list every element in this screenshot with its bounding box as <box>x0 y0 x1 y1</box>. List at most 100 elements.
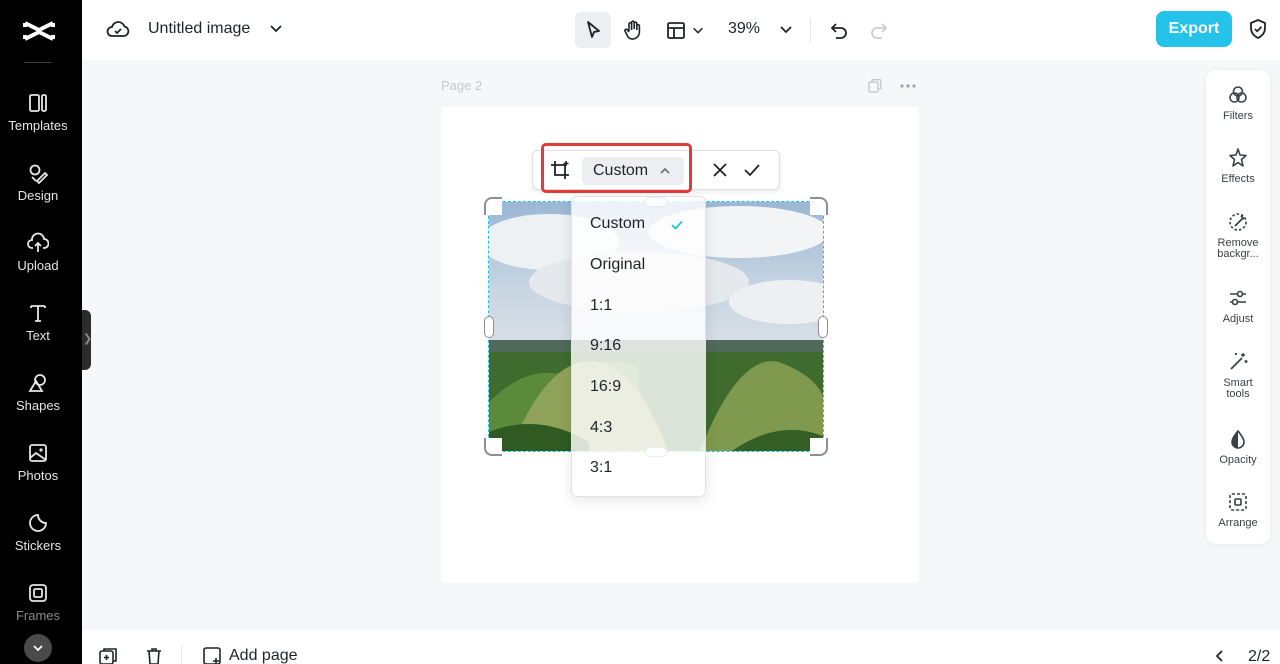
duplicate-page-icon[interactable] <box>98 646 118 664</box>
zoom-level[interactable]: 39% <box>728 20 760 38</box>
opacity-icon <box>1231 429 1245 449</box>
top-toolbar: Untitled image 39% Export <box>82 0 1280 60</box>
sidebar-item-templates[interactable]: Templates <box>0 92 76 152</box>
sidebar-item-label: Design <box>17 188 59 203</box>
smart-tools-icon <box>1230 353 1248 370</box>
sidebar-item-label: Upload <box>17 258 59 273</box>
tool-label: Smart tools <box>1223 377 1253 400</box>
sidebar-item-label: Stickers <box>14 538 62 553</box>
tool-smart-tools[interactable]: Smart tools <box>1206 351 1270 400</box>
sidebar-item-stickers[interactable]: Stickers <box>0 512 76 572</box>
shapes-icon <box>28 374 46 392</box>
frames-icon <box>29 584 47 602</box>
sidebar-item-label: Photos <box>17 468 59 483</box>
ratio-option-label: 16:9 <box>590 378 622 395</box>
tool-effects[interactable]: Effects <box>1206 147 1270 185</box>
sidebar-item-label: Templates <box>8 118 68 133</box>
sidebar-divider <box>24 62 52 63</box>
close-icon[interactable] <box>710 160 730 180</box>
stickers-icon <box>29 514 47 532</box>
document-title[interactable]: Untitled image <box>148 20 250 38</box>
bottom-bar: Add page 2/2 <box>82 630 1280 664</box>
layout-icon <box>667 22 685 39</box>
ratio-option-16-9[interactable]: 16:9 <box>572 369 705 405</box>
check-icon[interactable] <box>742 160 762 180</box>
highlight-box <box>541 143 692 193</box>
chevron-left-icon[interactable] <box>1212 648 1228 664</box>
ratio-option-9-16[interactable]: 9:16 <box>572 328 705 364</box>
templates-icon <box>29 94 47 112</box>
chevron-down-icon[interactable] <box>268 20 284 36</box>
chevron-right-icon: ❯ <box>83 333 93 345</box>
ratio-option-original[interactable]: Original <box>572 247 705 283</box>
sidebar-item-frames[interactable]: Frames <box>0 582 76 642</box>
more-options-icon[interactable] <box>899 78 917 94</box>
photos-icon <box>29 444 47 462</box>
sidebar-item-upload[interactable]: Upload <box>0 232 76 292</box>
add-page-icon <box>203 647 221 664</box>
tool-adjust[interactable]: Adjust <box>1206 287 1270 325</box>
crop-handle-bottom-right[interactable] <box>810 438 828 456</box>
cursor-arrow-icon <box>587 21 600 38</box>
bottom-divider <box>181 646 182 664</box>
add-page-label: Add page <box>229 647 298 664</box>
export-button[interactable]: Export <box>1156 11 1232 47</box>
cloud-sync-icon[interactable] <box>106 18 130 42</box>
sidebar-item-design[interactable]: Design <box>0 162 76 222</box>
crop-handle-right[interactable] <box>818 316 828 338</box>
trash-icon[interactable] <box>144 646 164 664</box>
ratio-option-label: 1:1 <box>590 297 613 314</box>
ratio-option-custom[interactable]: Custom <box>572 206 705 242</box>
right-tools-panel: Filters Effects Remove backgr... Adjust … <box>1206 70 1270 544</box>
page-count: 2/2 <box>1248 648 1271 664</box>
hand-tool-button[interactable] <box>615 12 651 48</box>
undo-button[interactable] <box>824 12 854 48</box>
remove-background-icon <box>1229 213 1247 231</box>
layout-tool-button[interactable] <box>660 12 710 48</box>
crop-handle-left[interactable] <box>484 316 494 338</box>
shield-check-icon[interactable] <box>1246 17 1270 41</box>
add-page-button[interactable]: Add page <box>202 646 298 664</box>
sidebar-item-text[interactable]: Text <box>0 302 76 362</box>
arrange-icon <box>1229 493 1247 511</box>
upload-icon <box>27 232 49 252</box>
ratio-option-3-1[interactable]: 3:1 <box>572 450 705 486</box>
ratio-option-4-3[interactable]: 4:3 <box>572 410 705 446</box>
crop-handle-top-right[interactable] <box>810 197 828 215</box>
redo-button[interactable] <box>864 12 894 48</box>
copy-page-icon[interactable] <box>867 78 883 94</box>
toolbar-divider <box>810 18 811 42</box>
ratio-option-label: 3:1 <box>590 459 613 476</box>
tool-label: Adjust <box>1222 313 1254 325</box>
sidebar-item-photos[interactable]: Photos <box>0 442 76 502</box>
crop-handle-bottom-left[interactable] <box>484 438 502 456</box>
select-tool-button[interactable] <box>575 12 611 48</box>
ratio-option-1-1[interactable]: 1:1 <box>572 288 705 324</box>
sidebar-item-label: Text <box>26 328 50 343</box>
tool-opacity[interactable]: Opacity <box>1206 428 1270 466</box>
left-sidebar: Templates Design Upload Text Shapes Phot… <box>0 0 82 664</box>
tool-filters[interactable]: Filters <box>1206 84 1270 122</box>
sidebar-collapse-handle[interactable]: ❯ <box>82 310 93 370</box>
crop-handle-top-left[interactable] <box>484 197 502 215</box>
ratio-option-label: Original <box>590 256 646 273</box>
text-icon <box>30 305 46 322</box>
capcut-logo-icon[interactable] <box>22 14 56 48</box>
tool-remove-background[interactable]: Remove backgr... <box>1206 211 1270 260</box>
design-icon <box>29 164 49 184</box>
tool-label: Arrange <box>1218 517 1258 529</box>
chevron-down-icon <box>693 27 703 34</box>
tool-arrange[interactable]: Arrange <box>1206 491 1270 529</box>
chevron-down-icon[interactable] <box>778 21 794 37</box>
sidebar-item-label: Shapes <box>15 398 61 413</box>
ratio-option-label: 4:3 <box>590 419 613 436</box>
sidebar-item-shapes[interactable]: Shapes <box>0 372 76 432</box>
sidebar-more-button[interactable] <box>24 634 52 662</box>
ratio-option-label: 9:16 <box>590 337 622 354</box>
adjust-icon <box>1230 290 1246 306</box>
effects-icon <box>1229 148 1247 167</box>
redo-icon <box>871 23 888 39</box>
undo-icon <box>830 23 847 39</box>
hand-icon <box>624 20 641 40</box>
page-label: Page 2 <box>441 78 483 93</box>
